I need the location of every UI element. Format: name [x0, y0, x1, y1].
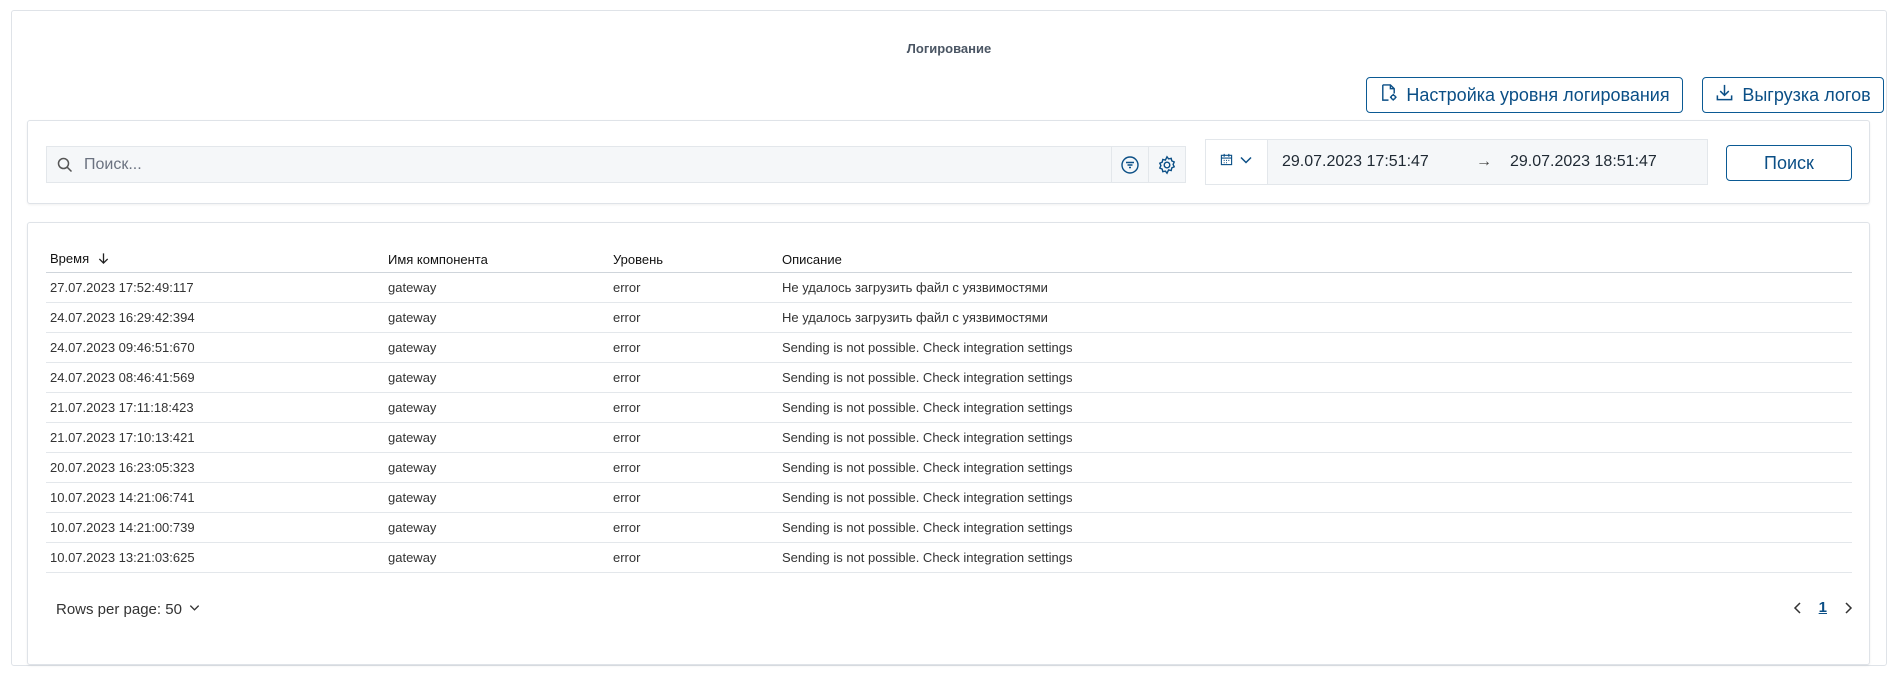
cell-description: Sending is not possible. Check integrati… [778, 482, 1852, 513]
cell-description: Не удалось загрузить файл с уязвимостями [778, 302, 1852, 333]
chevron-down-icon [188, 601, 201, 618]
date-range-toggle[interactable] [1206, 140, 1268, 184]
cell-time: 21.07.2023 17:10:13:421 [46, 422, 384, 453]
pagination: 1 [1791, 599, 1855, 616]
table-row[interactable]: 10.07.2023 14:21:06:741 gateway error Sendi… [46, 482, 1852, 513]
table-row[interactable]: 10.07.2023 14:21:00:739 gateway error Sendi… [46, 512, 1852, 543]
cell-component: gateway [384, 332, 609, 363]
table-row[interactable]: 20.07.2023 16:23:05:323 gateway error Sendi… [46, 452, 1852, 483]
export-logs-button[interactable]: Выгрузка логов [1702, 77, 1884, 113]
cell-description: Не удалось загрузить файл с уязвимостями [778, 272, 1852, 303]
table-header-row: Время Имя компонента Уровень Описание [46, 247, 1852, 273]
rows-per-page-label: Rows per page: 50 [56, 601, 182, 618]
table-panel: Время Имя компонента Уровень Описание 27… [27, 222, 1870, 665]
cell-component: gateway [384, 452, 609, 483]
cell-time: 21.07.2023 17:11:18:423 [46, 392, 384, 423]
cell-level: error [609, 422, 778, 453]
column-header-component[interactable]: Имя компонента [384, 247, 609, 273]
cell-description: Sending is not possible. Check integrati… [778, 452, 1852, 483]
cell-description: Sending is not possible. Check integrati… [778, 332, 1852, 363]
chevron-right-icon[interactable] [1841, 601, 1855, 615]
cell-time: 20.07.2023 16:23:05:323 [46, 452, 384, 483]
cell-component: gateway [384, 422, 609, 453]
cell-time: 24.07.2023 08:46:41:569 [46, 362, 384, 393]
arrow-down-icon[interactable] [97, 252, 110, 268]
cell-description: Sending is not possible. Check integrati… [778, 542, 1852, 573]
search-box [46, 146, 1186, 183]
cell-time: 10.07.2023 13:21:03:625 [46, 542, 384, 573]
cell-component: gateway [384, 302, 609, 333]
cell-level: error [609, 482, 778, 513]
table-row[interactable]: 24.07.2023 09:46:51:670 gateway error Sendi… [46, 332, 1852, 363]
cell-level: error [609, 332, 778, 363]
cell-level: error [609, 452, 778, 483]
date-to-field[interactable]: 29.07.2023 18:51:47 [1500, 140, 1707, 184]
cell-component: gateway [384, 482, 609, 513]
settings-file-icon [1379, 83, 1398, 107]
cell-component: gateway [384, 392, 609, 423]
column-header-time[interactable]: Время [46, 247, 384, 273]
cell-description: Sending is not possible. Check integrati… [778, 512, 1852, 543]
table-row[interactable]: 24.07.2023 08:46:41:569 gateway error Sendi… [46, 362, 1852, 393]
date-range-picker: 29.07.2023 17:51:47 → 29.07.2023 18:51:4… [1205, 139, 1708, 185]
gear-icon[interactable] [1148, 147, 1185, 182]
cell-time: 24.07.2023 16:29:42:394 [46, 302, 384, 333]
column-header-label: Время [50, 250, 90, 266]
cell-time: 10.07.2023 14:21:00:739 [46, 512, 384, 543]
filter-icon[interactable] [1111, 147, 1148, 182]
date-from-field[interactable]: 29.07.2023 17:51:47 [1268, 140, 1468, 184]
log-level-settings-button[interactable]: Настройка уровня логирования [1366, 77, 1683, 113]
table-row[interactable]: 27.07.2023 17:52:49:117 gateway error Не уд… [46, 272, 1852, 303]
chevron-left-icon[interactable] [1791, 601, 1805, 615]
date-range-arrow: → [1468, 140, 1500, 184]
log-level-settings-label: Настройка уровня логирования [1406, 84, 1670, 105]
table-row[interactable]: 10.07.2023 13:21:03:625 gateway error Sendi… [46, 542, 1852, 573]
cell-description: Sending is not possible. Check integrati… [778, 362, 1852, 393]
search-button[interactable]: Поиск [1726, 145, 1852, 181]
rows-per-page-select[interactable]: Rows per page: 50 [56, 601, 201, 618]
cell-time: 24.07.2023 09:46:51:670 [46, 332, 384, 363]
cell-level: error [609, 362, 778, 393]
cell-level: error [609, 542, 778, 573]
search-input[interactable] [74, 147, 1111, 182]
export-logs-label: Выгрузка логов [1742, 84, 1871, 105]
cell-time: 10.07.2023 14:21:06:741 [46, 482, 384, 513]
table-row[interactable]: 24.07.2023 16:29:42:394 gateway error Не уд… [46, 302, 1852, 333]
chevron-down-icon [1239, 153, 1253, 172]
cell-component: gateway [384, 512, 609, 543]
cell-time: 27.07.2023 17:52:49:117 [46, 272, 384, 303]
page-number-current[interactable]: 1 [1819, 599, 1827, 616]
column-header-description[interactable]: Описание [778, 247, 1852, 273]
cell-level: error [609, 512, 778, 543]
cell-level: error [609, 302, 778, 333]
page-title: Логирование [906, 41, 992, 56]
calendar-icon [1220, 153, 1233, 171]
filter-panel: 29.07.2023 17:51:47 → 29.07.2023 18:51:4… [27, 120, 1870, 204]
cell-component: gateway [384, 362, 609, 393]
column-header-level[interactable]: Уровень [609, 247, 778, 273]
cell-component: gateway [384, 272, 609, 303]
cell-level: error [609, 272, 778, 303]
table-row[interactable]: 21.07.2023 17:10:13:421 gateway error Sendi… [46, 422, 1852, 453]
table-row[interactable]: 21.07.2023 17:11:18:423 gateway error Sendi… [46, 392, 1852, 423]
cell-component: gateway [384, 542, 609, 573]
cell-level: error [609, 392, 778, 423]
logs-table: Время Имя компонента Уровень Описание 27… [46, 247, 1852, 573]
download-icon [1715, 83, 1734, 107]
search-icon [56, 156, 74, 174]
cell-description: Sending is not possible. Check integrati… [778, 422, 1852, 453]
cell-description: Sending is not possible. Check integrati… [778, 392, 1852, 423]
